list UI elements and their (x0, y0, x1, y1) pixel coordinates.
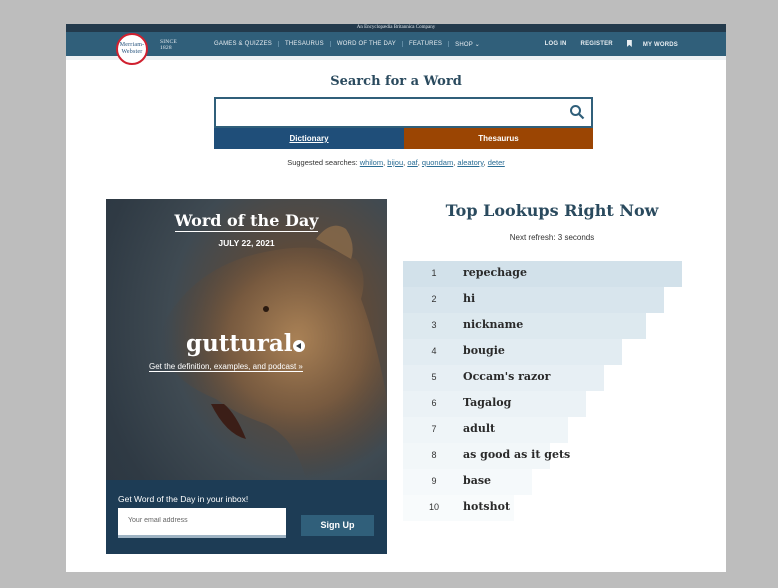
search-icon[interactable] (569, 104, 585, 120)
lookup-term[interactable]: adult (463, 416, 495, 442)
wotd-definition-link[interactable]: Get the definition, examples, and podcas… (149, 362, 303, 372)
lookup-rank: 4 (431, 346, 437, 356)
lookup-term[interactable]: repechage (463, 260, 527, 286)
refresh-timer: Next refresh: 3 seconds (509, 233, 595, 242)
bookmark-icon (626, 40, 632, 47)
lookup-term[interactable]: base (463, 468, 491, 494)
lookup-term[interactable]: bougie (463, 338, 505, 364)
suggested-searches: Suggested searches: whilom, bijou, oaf, … (287, 158, 505, 167)
lookup-rank: 2 (431, 294, 437, 304)
top-nav: Merriam- Webster SINCE 1828 GAMES & QUIZ… (66, 32, 726, 65)
wotd-word[interactable]: guttural (186, 330, 293, 357)
suggestion-link[interactable]: whilom (360, 158, 383, 167)
since-label: SINCE 1828 (160, 39, 177, 51)
logo-line2: Webster (121, 49, 143, 55)
email-field-wrapper (118, 508, 286, 538)
account-links: LOG IN REGISTER MY WORDS (538, 32, 692, 56)
suggestion-link[interactable]: quondam (422, 158, 453, 167)
wotd-title[interactable]: Word of the Day (106, 211, 387, 232)
tab-dictionary[interactable]: Dictionary (214, 128, 404, 149)
wotd-signup-panel: Get Word of the Day in your inbox! Sign … (106, 480, 387, 554)
nav-thesaurus[interactable]: THESAURUS (279, 41, 331, 47)
lookup-rank: 5 (431, 372, 437, 382)
suggested-label: Suggested searches: (287, 158, 358, 167)
lookup-term[interactable]: hi (463, 286, 475, 312)
nav-divider (66, 56, 726, 60)
lookup-rank: 6 (431, 398, 437, 408)
nav-shop-label: SHOP (455, 41, 473, 48)
nav-word-of-the-day[interactable]: WORD OF THE DAY (331, 41, 403, 47)
sign-up-button[interactable]: Sign Up (301, 515, 374, 536)
lookup-rank: 9 (431, 476, 437, 486)
lookup-rank: 10 (428, 502, 439, 512)
suggestion-link[interactable]: aleatory (457, 158, 483, 167)
lookup-term[interactable]: hotshot (463, 494, 510, 520)
suggestion-link[interactable]: deter (488, 158, 505, 167)
email-field[interactable] (126, 516, 280, 525)
lookup-rank: 1 (431, 268, 437, 278)
page: An Encyclopædia Britannica Company Merri… (66, 24, 726, 572)
wotd-title-text: Word of the Day (174, 211, 319, 232)
lookup-term[interactable]: Occam's razor (463, 364, 550, 390)
my-words-label: MY WORDS (642, 42, 678, 48)
login-link[interactable]: LOG IN (538, 41, 574, 47)
merriam-webster-logo[interactable]: Merriam- Webster (116, 33, 148, 65)
search-box (214, 97, 593, 128)
nav-menu: GAMES & QUIZZES THESAURUS WORD OF THE DA… (208, 32, 486, 56)
top-lookups-title: Top Lookups Right Now (445, 201, 659, 220)
register-link[interactable]: REGISTER (574, 41, 620, 47)
word-of-the-day-card: Word of the Day JULY 22, 2021 guttural G… (106, 199, 387, 554)
tab-dictionary-label: Dictionary (289, 134, 329, 143)
my-words-link[interactable]: MY WORDS (620, 40, 692, 48)
search-title: Search for a Word (330, 74, 462, 89)
tab-thesaurus[interactable]: Thesaurus (404, 128, 593, 149)
tab-thesaurus-label: Thesaurus (478, 134, 519, 143)
lookup-rank: 3 (431, 320, 437, 330)
nav-games-quizzes[interactable]: GAMES & QUIZZES (208, 41, 280, 47)
lookup-term[interactable]: as good as it gets (463, 442, 570, 468)
nav-shop[interactable]: SHOP ⌄ (449, 41, 486, 48)
lookup-term[interactable]: Tagalog (463, 390, 511, 416)
inbox-label: Get Word of the Day in your inbox! (118, 494, 249, 504)
britannica-tagline: An Encyclopædia Britannica Company (66, 24, 726, 32)
search-tabs: Dictionary Thesaurus (214, 128, 593, 149)
lookup-rank: 7 (431, 424, 437, 434)
lookup-rank: 8 (431, 450, 437, 460)
wotd-date: JULY 22, 2021 (218, 238, 275, 248)
chevron-down-icon: ⌄ (474, 41, 480, 48)
since-year: 1828 (160, 45, 172, 51)
logo-line1: Merriam- (119, 42, 145, 48)
nav-features[interactable]: FEATURES (403, 41, 450, 47)
lookup-term[interactable]: nickname (463, 312, 523, 338)
suggestion-link[interactable]: oaf (407, 158, 417, 167)
suggestion-link[interactable]: bijou (387, 158, 403, 167)
speaker-icon[interactable] (293, 340, 305, 352)
search-input[interactable] (222, 99, 556, 127)
